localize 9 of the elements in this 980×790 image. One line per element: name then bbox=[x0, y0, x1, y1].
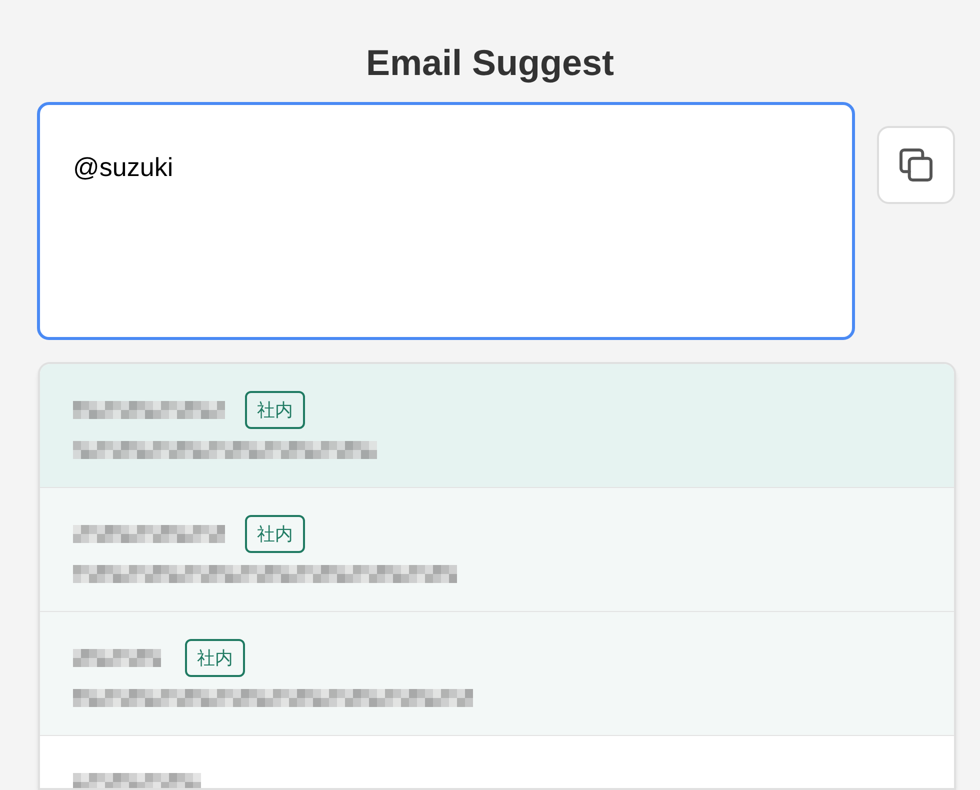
internal-tag: 社内 bbox=[245, 515, 305, 553]
internal-tag: 社内 bbox=[185, 639, 245, 677]
suggestion-item[interactable]: 社内 bbox=[40, 612, 954, 736]
email-input-field[interactable]: @suzuki bbox=[37, 102, 855, 340]
suggestion-item[interactable]: 社内 bbox=[40, 364, 954, 488]
page-title: Email Suggest bbox=[366, 41, 614, 85]
internal-tag: 社内 bbox=[245, 391, 305, 429]
suggestion-item[interactable]: 社内 bbox=[40, 488, 954, 612]
copy-button[interactable] bbox=[877, 126, 955, 204]
